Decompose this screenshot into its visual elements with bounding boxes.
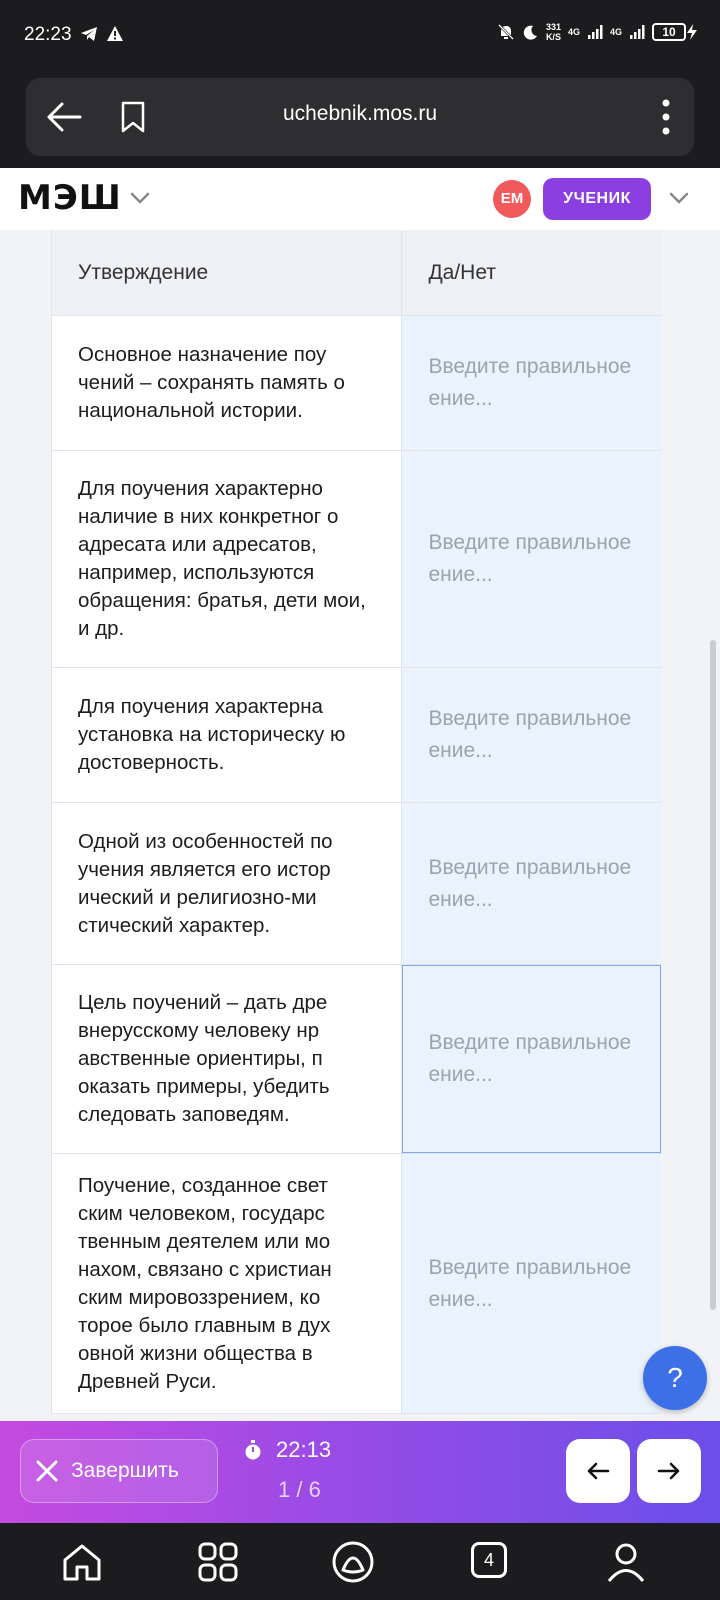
role-badge[interactable]: УЧЕНИК: [543, 178, 651, 220]
table-row: Для поучения характерна установка на ист…: [52, 668, 661, 803]
table-row: Цель поучений – дать дре внерусскому чел…: [52, 965, 661, 1154]
table-row: Основное назначение поу чений – сохранят…: [52, 316, 661, 451]
arrow-right-icon: [657, 1462, 680, 1480]
address-bar[interactable]: uchebnik.mos.ru: [26, 78, 694, 156]
moon-icon: [523, 25, 537, 40]
scrollbar[interactable]: [710, 640, 716, 1310]
tabs-counter[interactable]: 4: [471, 1542, 507, 1578]
battery-indicator: 10: [652, 23, 698, 41]
table-row: Для поучения характерно наличие в них ко…: [52, 451, 661, 668]
help-button[interactable]: ?: [643, 1346, 707, 1410]
answer-input[interactable]: Введите правильное ение...: [402, 316, 661, 450]
table-row: Одной из особенностей по учения является…: [52, 803, 661, 965]
table-header-row: Утверждение Да/Нет: [52, 230, 661, 316]
answer-input[interactable]: Введите правильное ение...: [402, 1154, 661, 1413]
arrow-left-icon: [587, 1462, 610, 1480]
table-row: Поучение, созданное свет ским человеком,…: [52, 1154, 661, 1414]
network-rate: 331 K/S: [545, 22, 561, 42]
stopwatch-icon: [245, 1440, 261, 1460]
answer-input[interactable]: Введите правильное ение...: [402, 803, 661, 964]
column-header-statement: Утверждение: [52, 230, 403, 315]
answer-placeholder: ение...: [428, 387, 493, 410]
signal-icon: [587, 25, 603, 39]
chevron-down-icon[interactable]: [130, 192, 150, 204]
chevron-down-icon[interactable]: [669, 192, 689, 204]
status-time: 22:23: [24, 24, 72, 45]
warning-icon: [107, 26, 123, 41]
network-type-2: 4G: [609, 27, 622, 37]
next-question-button[interactable]: [637, 1439, 701, 1503]
home-icon[interactable]: [60, 1540, 104, 1584]
answer-placeholder: Введите правильное: [428, 707, 632, 730]
timer: 22:13: [244, 1437, 331, 1463]
test-action-bar: Завершить 22:13 1 / 6: [0, 1421, 720, 1523]
finish-button[interactable]: Завершить: [20, 1439, 218, 1503]
browser-toolbar: uchebnik.mos.ru: [0, 72, 720, 168]
mute-icon: [498, 24, 514, 40]
answer-placeholder: Введите правильное: [428, 355, 632, 378]
column-header-yes-no: Да/Нет: [402, 230, 661, 315]
more-menu-icon[interactable]: [660, 98, 672, 136]
alice-assistant-icon[interactable]: [331, 1540, 375, 1584]
task-content: Утверждение Да/Нет Основное назначение п…: [0, 230, 720, 1420]
timer-value: 22:13: [276, 1437, 332, 1462]
statement-text: Для поучения характерна установка на ист…: [52, 668, 403, 802]
answer-input[interactable]: Введите правильное ение...: [402, 668, 661, 802]
signal-icon: [630, 25, 645, 39]
answer-placeholder: ение...: [428, 887, 493, 911]
answer-placeholder: ение...: [428, 1063, 493, 1086]
finish-label: Завершить: [71, 1459, 179, 1482]
answer-placeholder: Введите правильное: [428, 1255, 632, 1279]
answer-placeholder: ение...: [428, 1287, 493, 1311]
network-type-1: 4G: [567, 27, 580, 37]
answer-table: Утверждение Да/Нет Основное назначение п…: [51, 230, 661, 1414]
telegram-icon: [81, 27, 97, 41]
statement-text: Одной из особенностей по учения является…: [52, 803, 403, 964]
answer-input[interactable]: Введите правильное ение...: [402, 451, 661, 667]
answer-placeholder: Введите правильное: [428, 855, 632, 879]
answer-placeholder: Введите правильное: [428, 531, 632, 554]
charging-icon: [687, 24, 697, 40]
apps-grid-icon[interactable]: [196, 1540, 240, 1584]
status-bar: 22:23 331 K/S 4G 4G 10: [0, 0, 720, 72]
mesh-logo[interactable]: МЭШ: [18, 178, 122, 218]
statement-text: Основное назначение поу чений – сохранят…: [52, 316, 403, 450]
statement-text: Цель поучений – дать дре внерусскому чел…: [52, 965, 403, 1153]
question-progress: 1 / 6: [278, 1477, 321, 1502]
avatar[interactable]: ЕМ: [493, 180, 531, 218]
statement-text: Поучение, созданное свет ским человеком,…: [52, 1154, 403, 1413]
browser-bottom-nav: 4: [0, 1523, 720, 1600]
answer-placeholder: Введите правильное: [428, 1031, 632, 1054]
statement-text: Для поучения характерно наличие в них ко…: [52, 451, 403, 667]
previous-question-button[interactable]: [566, 1439, 630, 1503]
answer-placeholder: ение...: [428, 563, 493, 586]
app-header: МЭШ ЕМ УЧЕНИК: [0, 168, 720, 230]
url-text[interactable]: uchebnik.mos.ru: [26, 102, 694, 126]
answer-input[interactable]: Введите правильное ение...: [402, 965, 661, 1153]
profile-icon[interactable]: [604, 1540, 648, 1584]
close-icon: [36, 1460, 58, 1482]
answer-placeholder: ение...: [428, 739, 493, 762]
